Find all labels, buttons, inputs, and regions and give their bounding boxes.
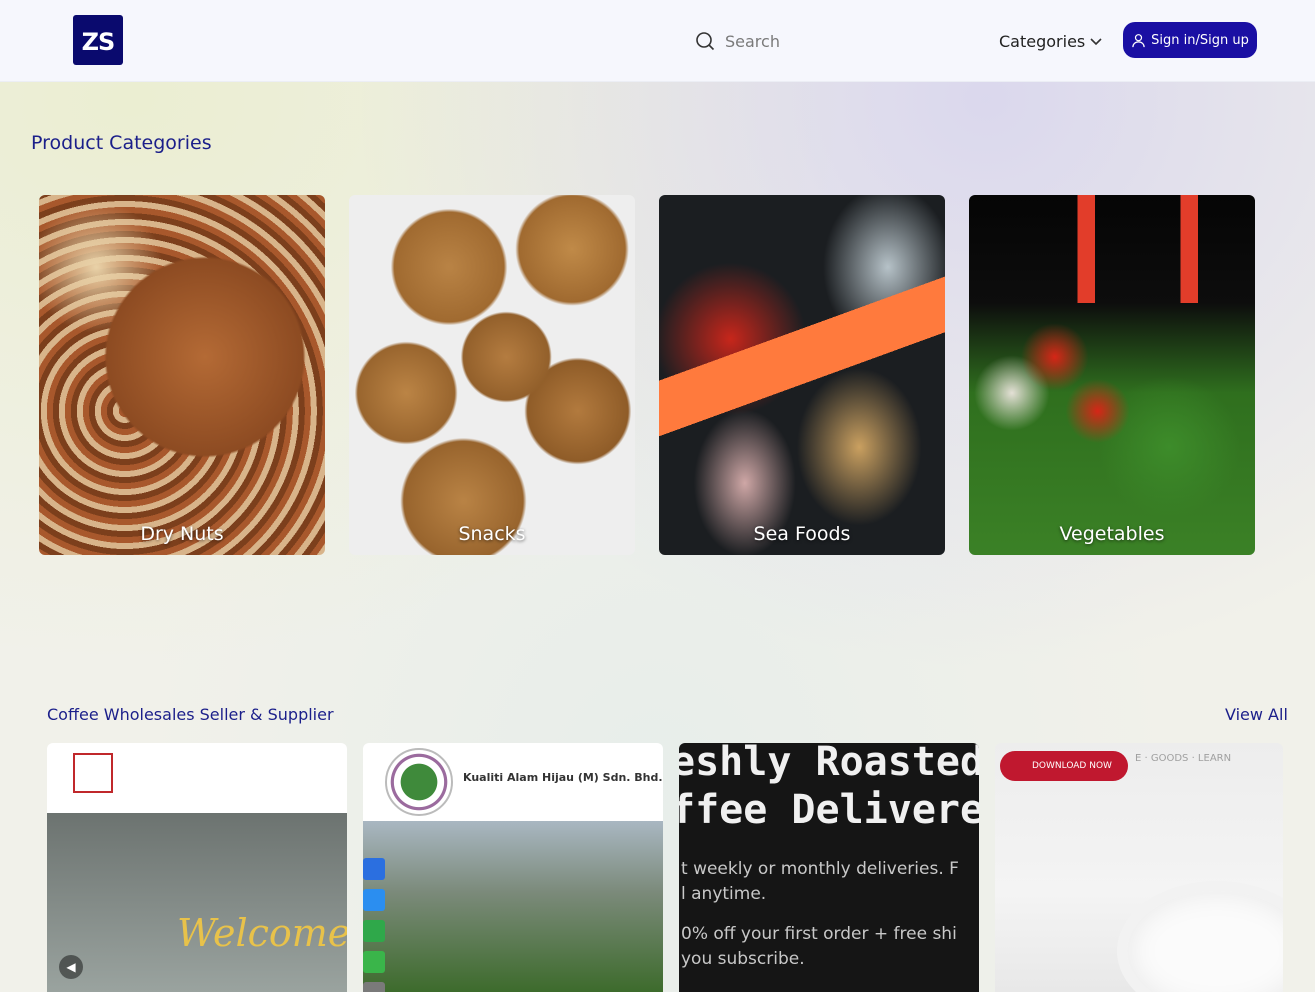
wechat-icon[interactable] (363, 920, 385, 942)
top-header: ZS Categories Sign in/Sign up (0, 0, 1315, 82)
seller-card[interactable]: Kualiti Alam Hijau (M) Sdn. Bhd. (363, 743, 663, 992)
banner-text: you subscribe. (681, 949, 805, 969)
banner-text: t weekly or monthly deliveries. F (681, 859, 959, 879)
category-label: Dry Nuts (140, 523, 224, 545)
seller-logo (385, 748, 453, 816)
signin-label: Sign in/Sign up (1151, 32, 1249, 48)
category-card-snacks[interactable]: Snacks (349, 195, 635, 555)
seller-card[interactable]: Welcome! ◀ (47, 743, 347, 992)
search-icon (696, 32, 715, 51)
category-label: Vegetables (1059, 523, 1165, 545)
chevron-down-icon (1090, 38, 1102, 46)
signin-button[interactable]: Sign in/Sign up (1123, 22, 1257, 58)
welcome-banner-text: Welcome! (177, 911, 347, 955)
banner-headline: ffee Delivered (679, 787, 979, 833)
search-bar[interactable] (695, 28, 915, 54)
social-bar (363, 858, 385, 992)
coffee-section-title: Coffee Wholesales Seller & Supplier (47, 705, 334, 724)
search-input[interactable] (725, 31, 905, 51)
chevron-left-icon[interactable]: ◀ (59, 955, 83, 979)
category-card-sea-foods[interactable]: Sea Foods (659, 195, 945, 555)
seller-logo (73, 753, 113, 793)
coffee-cup-image (1117, 881, 1283, 992)
category-label: Snacks (458, 523, 526, 545)
banner-text: l anytime. (681, 884, 767, 904)
seller-card[interactable]: eshly Roasted ffee Delivered t weekly or… (679, 743, 979, 992)
line-icon[interactable] (363, 951, 385, 973)
categories-label: Categories (999, 31, 1086, 51)
category-card-dry-nuts[interactable]: Dry Nuts (39, 195, 325, 555)
categories-dropdown[interactable]: Categories (999, 29, 1103, 53)
messenger-icon[interactable] (363, 889, 385, 911)
seller-card[interactable]: DOWNLOAD NOW E · GOODS · LEARN (995, 743, 1283, 992)
share-icon[interactable] (363, 982, 385, 992)
product-categories-title: Product Categories (31, 132, 212, 154)
category-card-vegetables[interactable]: Vegetables (969, 195, 1255, 555)
facebook-icon[interactable] (363, 858, 385, 880)
download-button[interactable]: DOWNLOAD NOW (1000, 751, 1128, 781)
site-logo[interactable]: ZS (73, 15, 123, 65)
view-all-link[interactable]: View All (1225, 705, 1288, 724)
category-label: Sea Foods (753, 523, 851, 545)
user-icon (1132, 33, 1145, 47)
seller-name: Kualiti Alam Hijau (M) Sdn. Bhd. (463, 771, 663, 784)
banner-headline: eshly Roasted (679, 743, 979, 785)
banner-nav: E · GOODS · LEARN (1135, 753, 1232, 764)
banner-text: 0% off your first order + free shi (681, 924, 957, 944)
